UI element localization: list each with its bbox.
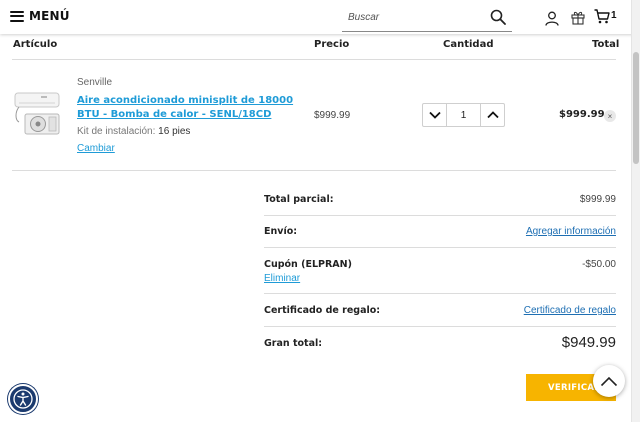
grand-total-value: $949.99 — [561, 334, 616, 351]
grand-total-label: Gran total: — [264, 338, 323, 349]
product-name-link[interactable]: Aire acondicionado minisplit de 18000 BT… — [77, 94, 307, 122]
divider — [12, 59, 616, 60]
item-total: $999.99 — [559, 109, 605, 120]
divider — [264, 247, 616, 248]
cart-count-badge: 1 — [611, 10, 617, 21]
scrollbar-thumb[interactable] — [633, 52, 639, 164]
cart-icon[interactable] — [594, 9, 610, 24]
remove-coupon-link[interactable]: Eliminar — [264, 273, 300, 284]
coupon-label: Cupón (ELPRAN) — [264, 259, 352, 270]
site-header: MENÚ 1 — [0, 0, 640, 34]
divider — [12, 170, 616, 171]
product-brand: Senville — [77, 77, 113, 88]
option-label: Kit de instalación: — [77, 126, 156, 137]
subtotal-value: $999.99 — [579, 194, 616, 205]
option-value: 16 pies — [158, 126, 191, 137]
quantity-input[interactable] — [447, 104, 480, 126]
item-price: $999.99 — [314, 110, 351, 121]
header-total: Total — [592, 39, 620, 50]
product-option: Kit de instalación: 16 pies — [77, 126, 190, 137]
accessibility-button[interactable] — [8, 384, 38, 414]
chevron-up-icon — [486, 111, 499, 119]
remove-item-button[interactable]: × — [604, 110, 616, 122]
subtotal-label: Total parcial: — [264, 194, 334, 205]
search-input[interactable] — [342, 6, 482, 28]
shipping-label: Envío: — [264, 226, 298, 237]
quantity-increase-button[interactable] — [480, 104, 504, 126]
accessibility-icon — [13, 389, 33, 409]
coupon-value: -$50.00 — [582, 259, 616, 270]
header-quantity: Cantidad — [443, 39, 494, 50]
gift-certificate-label: Certificado de regalo: — [264, 305, 381, 316]
hamburger-icon — [10, 10, 24, 22]
quantity-stepper — [422, 103, 505, 127]
header-price: Precio — [314, 39, 350, 50]
gift-icon[interactable] — [571, 10, 585, 25]
menu-label: MENÚ — [29, 9, 70, 23]
product-image[interactable] — [13, 90, 63, 138]
chevron-up-icon — [600, 376, 618, 386]
divider — [264, 326, 616, 327]
menu-button[interactable]: MENÚ — [10, 9, 70, 23]
close-icon: × — [607, 111, 613, 121]
add-shipping-info-link[interactable]: Agregar información — [526, 226, 616, 237]
back-to-top-button[interactable] — [593, 365, 625, 397]
header-item: Artículo — [13, 39, 58, 50]
search-icon[interactable] — [490, 9, 506, 25]
user-icon[interactable] — [545, 11, 559, 26]
gift-certificate-link[interactable]: Certificado de regalo — [524, 305, 616, 316]
divider — [264, 215, 616, 216]
divider — [264, 293, 616, 294]
change-option-link[interactable]: Cambiar — [77, 143, 115, 154]
chevron-down-icon — [428, 111, 441, 119]
quantity-decrease-button[interactable] — [423, 104, 447, 126]
search-box — [342, 6, 512, 32]
page-scrollbar[interactable] — [631, 0, 640, 422]
